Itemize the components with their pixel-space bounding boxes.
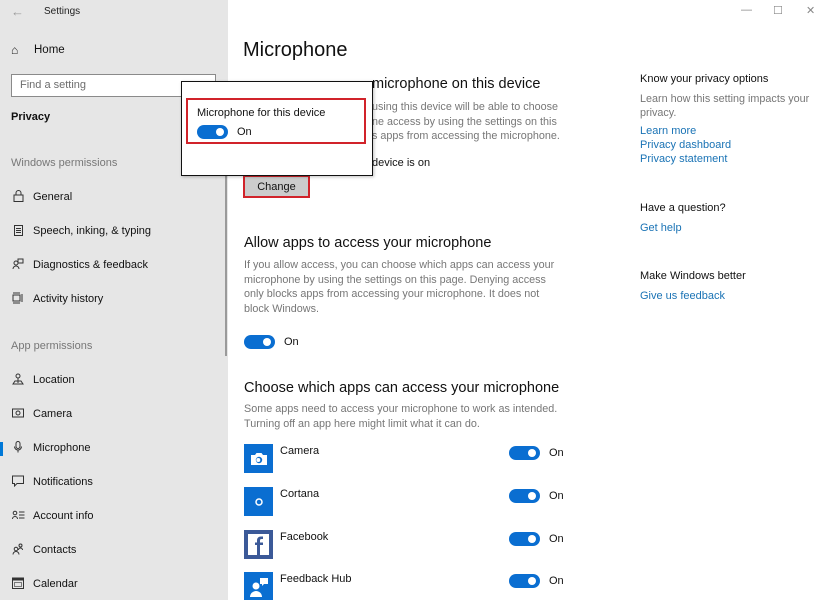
highlight-box: Microphone for this device On <box>186 98 366 144</box>
privacy-options-heading: Know your privacy options <box>640 73 769 85</box>
allow-section-heading: Allow apps to access your microphone <box>244 235 492 251</box>
window-title: Settings <box>44 6 81 17</box>
desc-line: using this device will be able to choose <box>372 101 559 113</box>
privacy-options-desc: Learn how this setting impacts your priv… <box>640 93 810 119</box>
give-feedback-link[interactable]: Give us feedback <box>640 290 725 302</box>
activity-history-icon <box>11 292 25 307</box>
device-section-desc: using this device will be able to choose… <box>372 100 572 144</box>
sidebar-item-location[interactable]: Location <box>0 367 222 393</box>
home-icon: ⌂ <box>11 43 19 57</box>
sidebar-item-label: General <box>33 191 73 203</box>
back-arrow-icon[interactable]: ← <box>11 4 24 19</box>
search-input[interactable] <box>20 79 207 91</box>
choose-section-heading: Choose which apps can access your microp… <box>244 380 560 396</box>
sidebar-item-label: Speech, inking, & typing <box>33 225 152 237</box>
sidebar-item-activity-history[interactable]: Activity history <box>0 286 222 312</box>
sidebar-item-general[interactable]: General <box>0 184 222 210</box>
app-toggle-cortana[interactable]: On <box>509 489 564 503</box>
close-button[interactable]: ✕ <box>806 4 815 17</box>
sidebar-item-label: Location <box>33 374 75 386</box>
allow-apps-toggle[interactable]: On <box>244 335 299 349</box>
device-section-heading: microphone on this device <box>372 76 541 92</box>
app-row-feedback-hub: Feedback Hub On <box>244 572 564 600</box>
app-toggle-feedback-hub[interactable]: On <box>509 574 564 588</box>
app-name: Camera <box>280 445 320 457</box>
sidebar-item-calendar[interactable]: Calendar <box>0 571 222 597</box>
app-row-camera: Camera On <box>244 444 564 474</box>
toggle-state: On <box>549 447 564 459</box>
calendar-icon <box>11 577 25 592</box>
app-name: Facebook <box>280 531 329 543</box>
sidebar-item-microphone[interactable]: Microphone <box>0 435 222 461</box>
sidebar-item-notifications[interactable]: Notifications <box>0 469 222 495</box>
sidebar-item-label: Activity history <box>33 293 104 305</box>
app-name: Feedback Hub <box>280 573 352 585</box>
toggle-switch[interactable] <box>244 335 275 349</box>
lock-icon <box>11 189 25 205</box>
camera-app-icon <box>244 444 273 473</box>
make-windows-better-heading: Make Windows better <box>640 270 746 282</box>
group-label-windows-permissions: Windows permissions <box>11 157 118 169</box>
desc-line: s apps from accessing the microphone. <box>372 130 560 142</box>
app-name: Cortana <box>280 488 320 500</box>
toggle-switch[interactable] <box>509 489 540 503</box>
sidebar-item-label: Diagnostics & feedback <box>33 259 148 271</box>
page-title: Microphone <box>243 39 348 61</box>
account-info-icon <box>11 510 25 523</box>
microphone-icon <box>11 440 25 456</box>
minimize-button[interactable]: — <box>741 4 752 16</box>
choose-section-desc: Some apps need to access your microphone… <box>244 403 558 430</box>
sidebar-item-label: Microphone <box>33 442 91 454</box>
camera-icon <box>11 407 25 421</box>
sidebar-item-camera[interactable]: Camera <box>0 401 222 427</box>
sidebar-item-account-info[interactable]: Account info <box>0 503 222 529</box>
toggle-state: On <box>284 336 299 348</box>
sidebar-item-label: Notifications <box>33 476 93 488</box>
feedback-hub-app-icon <box>244 572 273 600</box>
sidebar-item-label: Contacts <box>33 544 77 556</box>
app-row-facebook: Facebook On <box>244 530 564 560</box>
sidebar-item-diagnostics[interactable]: Diagnostics & feedback <box>0 252 222 278</box>
app-toggle-facebook[interactable]: On <box>509 532 564 546</box>
privacy-statement-link[interactable]: Privacy statement <box>640 153 727 165</box>
contacts-icon <box>11 543 25 558</box>
microphone-device-popup: Microphone for this device On <box>181 81 373 176</box>
toggle-switch[interactable] <box>509 574 540 588</box>
sidebar-item-label: Calendar <box>33 578 78 590</box>
group-label-app-permissions: App permissions <box>11 340 93 352</box>
toggle-state: On <box>549 490 564 502</box>
app-row-cortana: Cortana On <box>244 487 564 517</box>
location-icon <box>11 373 25 388</box>
sidebar-item-contacts[interactable]: Contacts <box>0 537 222 563</box>
home-label: Home <box>34 44 65 56</box>
sidebar-item-label: Account info <box>33 510 94 522</box>
facebook-app-icon <box>244 530 273 559</box>
toggle-state: On <box>549 575 564 587</box>
notifications-icon <box>11 475 25 490</box>
change-button[interactable]: Change <box>243 175 310 198</box>
popup-label: Microphone for this device <box>197 107 326 119</box>
toggle-state: On <box>237 126 252 138</box>
maximize-button[interactable]: ☐ <box>773 4 783 17</box>
toggle-switch[interactable] <box>509 532 540 546</box>
toggle-switch[interactable] <box>509 446 540 460</box>
app-toggle-camera[interactable]: On <box>509 446 564 460</box>
device-microphone-toggle[interactable]: On <box>197 125 252 139</box>
question-heading: Have a question? <box>640 202 726 214</box>
desc-line: ne access by using the settings on this <box>372 115 557 128</box>
section-title: Privacy <box>11 111 51 123</box>
toggle-state: On <box>549 533 564 545</box>
device-status-text: device is on <box>372 157 431 169</box>
sidebar-item-speech[interactable]: Speech, inking, & typing <box>0 218 222 244</box>
feedback-icon <box>11 258 25 273</box>
sidebar-home[interactable]: ⌂ Home <box>11 43 65 57</box>
sidebar-item-label: Camera <box>33 408 73 420</box>
allow-section-desc: If you allow access, you can choose whic… <box>244 259 555 315</box>
get-help-link[interactable]: Get help <box>640 222 682 234</box>
cortana-app-icon <box>244 487 273 516</box>
learn-more-link[interactable]: Learn more <box>640 125 696 137</box>
privacy-dashboard-link[interactable]: Privacy dashboard <box>640 139 731 151</box>
toggle-switch[interactable] <box>197 125 228 139</box>
clipboard-icon <box>11 224 25 239</box>
